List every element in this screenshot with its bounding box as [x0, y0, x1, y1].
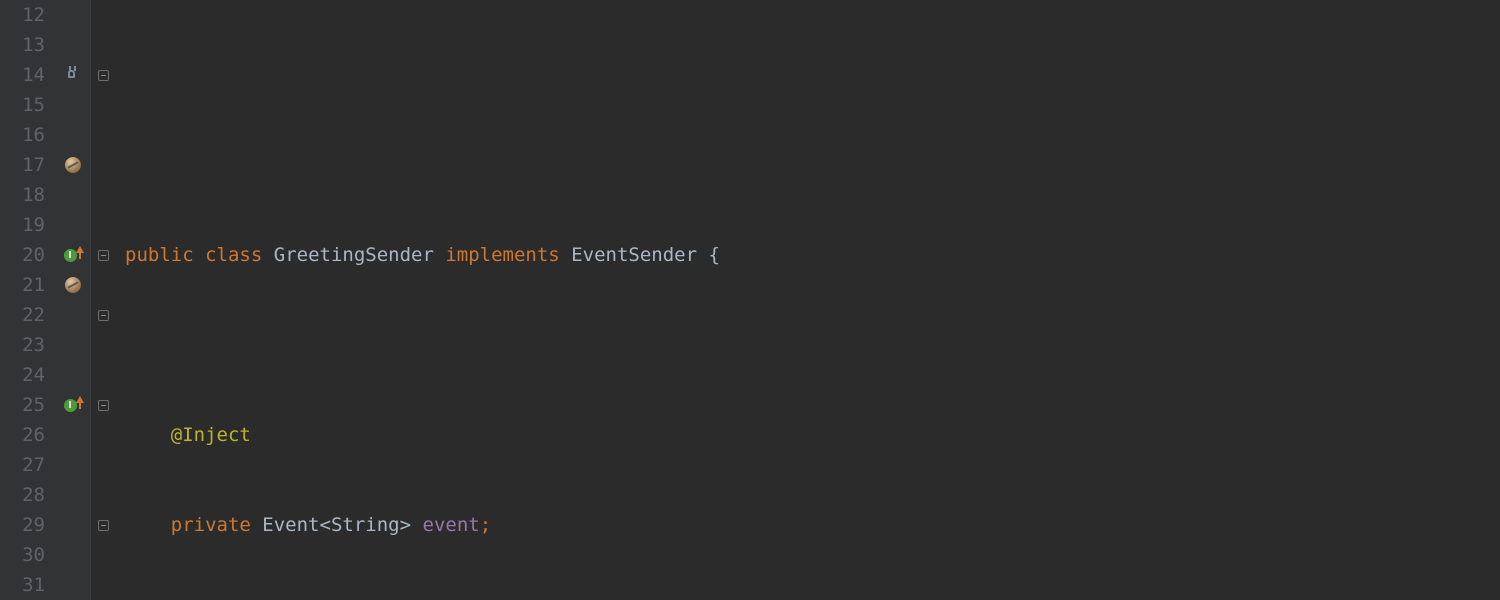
code-line[interactable] [115, 150, 1500, 180]
line-number: 20 [0, 240, 45, 270]
bean-icon[interactable] [65, 157, 81, 173]
code-line[interactable]: public class GreetingSender implements E… [115, 240, 1500, 270]
line-number: 21 [0, 270, 45, 300]
fold-toggle-icon[interactable] [98, 310, 109, 321]
line-number: 23 [0, 330, 45, 360]
plug-icon[interactable] [64, 66, 82, 84]
line-number: 28 [0, 480, 45, 510]
line-number-gutter: 12 13 14 15 16 17 18 19 20 21 22 23 24 2… [0, 0, 55, 600]
line-number: 29 [0, 510, 45, 540]
fold-gutter [90, 0, 115, 600]
code-line[interactable]: private Event<String> event; [115, 510, 1500, 540]
code-editor[interactable]: 12 13 14 15 16 17 18 19 20 21 22 23 24 2… [0, 0, 1500, 600]
line-number: 15 [0, 90, 45, 120]
fold-toggle-icon[interactable] [98, 520, 109, 531]
line-number: 25 [0, 390, 45, 420]
implements-up-icon[interactable]: I [64, 246, 82, 264]
fold-toggle-icon[interactable] [98, 70, 109, 81]
code-line[interactable] [115, 60, 1500, 90]
line-number: 30 [0, 540, 45, 570]
line-number: 22 [0, 300, 45, 330]
line-number: 12 [0, 0, 45, 30]
line-number: 26 [0, 420, 45, 450]
fold-toggle-icon[interactable] [98, 250, 109, 261]
bean-icon[interactable] [65, 277, 81, 293]
line-number: 24 [0, 360, 45, 390]
line-number: 16 [0, 120, 45, 150]
implements-up-icon[interactable]: I [64, 396, 82, 414]
line-number: 19 [0, 210, 45, 240]
line-number: 18 [0, 180, 45, 210]
line-number: 13 [0, 30, 45, 60]
line-number: 31 [0, 570, 45, 600]
line-number: 14 [0, 60, 45, 90]
line-number: 17 [0, 150, 45, 180]
code-line[interactable]: @Inject [115, 420, 1500, 450]
code-line[interactable] [115, 330, 1500, 360]
line-number: 27 [0, 450, 45, 480]
code-area[interactable]: public class GreetingSender implements E… [115, 0, 1500, 600]
gutter-icons: I I [55, 0, 90, 600]
fold-toggle-icon[interactable] [98, 400, 109, 411]
